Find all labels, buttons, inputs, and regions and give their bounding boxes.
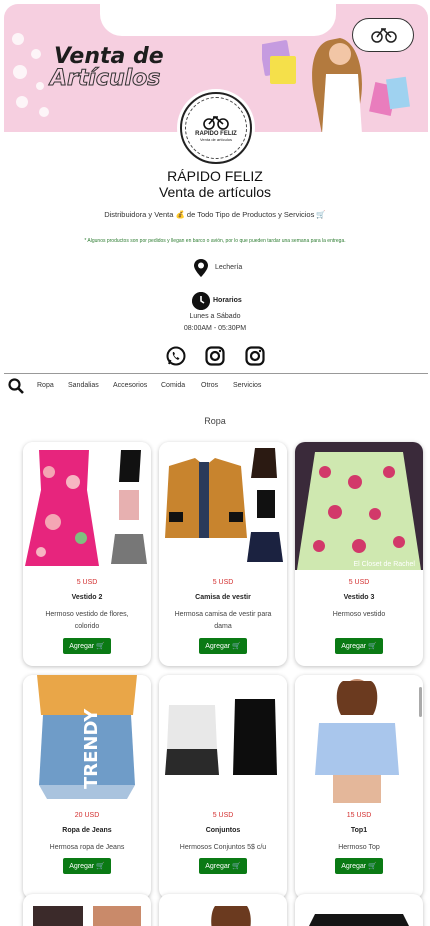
whatsapp-icon[interactable]: [166, 346, 186, 366]
nav-item-accesorios[interactable]: Accesorios: [113, 382, 147, 389]
product-card[interactable]: 5 USD Conjuntos Hermosos Conjuntos 5$ c/…: [159, 675, 287, 899]
add-to-cart-button[interactable]: Agregar 🛒: [199, 858, 247, 874]
product-description: Hermoso vestido de flores, colorido: [45, 611, 129, 630]
image-brand-text: TRENDY: [81, 708, 102, 789]
section-title: Ropa: [204, 416, 226, 426]
instagram-icon[interactable]: [205, 346, 225, 366]
cart-icon: 🛒: [96, 863, 105, 870]
product-image[interactable]: [23, 894, 151, 926]
product-description: Hermoso Top: [338, 844, 380, 851]
search-icon[interactable]: [8, 378, 24, 394]
add-to-cart-button[interactable]: Agregar 🛒: [199, 638, 247, 654]
product-description: Hermosos Conjuntos 5$ c/u: [179, 844, 267, 851]
product-card[interactable]: 5 USD Camisa de vestir Hermosa camisa de…: [159, 442, 287, 666]
store-logo: RAPIDO FELIZ Venta de artículos: [180, 92, 252, 164]
cart-icon: 🛒: [368, 863, 377, 870]
cart-icon: 🛒: [368, 643, 377, 650]
product-card-partial[interactable]: [295, 894, 423, 926]
hours-time: 08:00AM - 05:30PM: [183, 325, 247, 332]
add-to-cart-button[interactable]: Agregar 🛒: [335, 638, 383, 654]
hours-days: Lunes a Sábado: [189, 313, 241, 320]
banner-notch: [100, 4, 336, 36]
banner-title-script: Artículos: [49, 66, 161, 92]
add-to-cart-button[interactable]: Agregar 🛒: [335, 858, 383, 874]
product-name: Vestido 2: [71, 594, 103, 601]
product-card[interactable]: El Closet de Rachel 5 USD Vestido 3 Herm…: [295, 442, 423, 666]
nav-item-otros[interactable]: Otros: [201, 382, 218, 389]
product-description: Hermoso vestido: [332, 611, 386, 618]
cart-icon: 🛒: [232, 643, 241, 650]
cart-icon: 🛒: [96, 643, 105, 650]
product-price: 20 USD: [74, 812, 100, 819]
store-description: Distribuidora y Venta 💰 de Todo Tipo de …: [104, 210, 326, 219]
product-name: Ropa de Jeans: [62, 827, 112, 834]
product-price: 5 USD: [348, 579, 370, 586]
product-name: Top1: [350, 827, 368, 834]
category-nav: Ropa Sandalias Accesorios Comida Otros S…: [4, 373, 428, 397]
hours-title: Horarios: [213, 297, 242, 304]
image-watermark: El Closet de Rachel: [354, 561, 416, 568]
product-image[interactable]: [295, 894, 423, 926]
store-name: RÁPIDO FELIZ: [167, 168, 263, 184]
clock-icon: [192, 292, 210, 310]
add-label: Agregar: [69, 642, 95, 650]
product-name: Camisa de vestir: [195, 594, 251, 601]
bicycle-icon: [203, 115, 229, 130]
product-price: 5 USD: [212, 812, 234, 819]
product-price: 5 USD: [212, 579, 234, 586]
product-image[interactable]: El Closet de Rachel: [295, 442, 423, 570]
nav-item-sandalias[interactable]: Sandalias: [68, 382, 99, 389]
nav-item-servicios[interactable]: Servicios: [233, 382, 261, 389]
add-label: Agregar: [205, 642, 231, 650]
product-description: Hermosa ropa de Jeans: [49, 844, 125, 851]
product-price: 15 USD: [346, 812, 372, 819]
product-card[interactable]: 15 USD Top1 Hermoso Top Agregar 🛒: [295, 675, 423, 899]
product-card-partial[interactable]: [23, 894, 151, 926]
cart-icon: 🛒: [232, 863, 241, 870]
product-price: 5 USD: [76, 579, 98, 586]
store-subtitle: Venta de artículos: [158, 184, 272, 200]
product-card[interactable]: 5 USD Vestido 2 Hermoso vestido de flore…: [23, 442, 151, 666]
nav-item-ropa[interactable]: Ropa: [37, 382, 54, 389]
add-label: Agregar: [205, 862, 231, 870]
location-pin-icon: [194, 259, 208, 277]
logo-speech-bubble: [352, 18, 414, 52]
delivery-notice: * Algunos productos son por pedidos y ll…: [84, 238, 346, 244]
product-card[interactable]: TRENDY 20 USD Ropa de Jeans Hermosa ropa…: [23, 675, 151, 899]
product-card-partial[interactable]: [159, 894, 287, 926]
logo-subtext: Venta de artículos: [199, 137, 233, 142]
add-to-cart-button[interactable]: Agregar 🛒: [63, 858, 111, 874]
product-image[interactable]: [295, 675, 423, 803]
product-description: Hermosa camisa de vestir para dama: [174, 611, 272, 630]
product-image[interactable]: TRENDY: [23, 675, 151, 803]
add-label: Agregar: [341, 862, 367, 870]
add-label: Agregar: [341, 642, 367, 650]
product-image[interactable]: [159, 675, 287, 803]
product-image[interactable]: [159, 894, 287, 926]
logo-circle: RAPIDO FELIZ Venta de artículos: [185, 97, 247, 159]
instagram-icon[interactable]: [245, 346, 265, 366]
add-to-cart-button[interactable]: Agregar 🛒: [63, 638, 111, 654]
add-label: Agregar: [69, 862, 95, 870]
product-image[interactable]: [159, 442, 287, 570]
nav-item-comida[interactable]: Comida: [161, 382, 185, 389]
location-text: Lechería: [215, 264, 243, 271]
product-name: Vestido 3: [343, 594, 375, 601]
product-name: Conjuntos: [205, 827, 241, 834]
product-image[interactable]: [23, 442, 151, 570]
